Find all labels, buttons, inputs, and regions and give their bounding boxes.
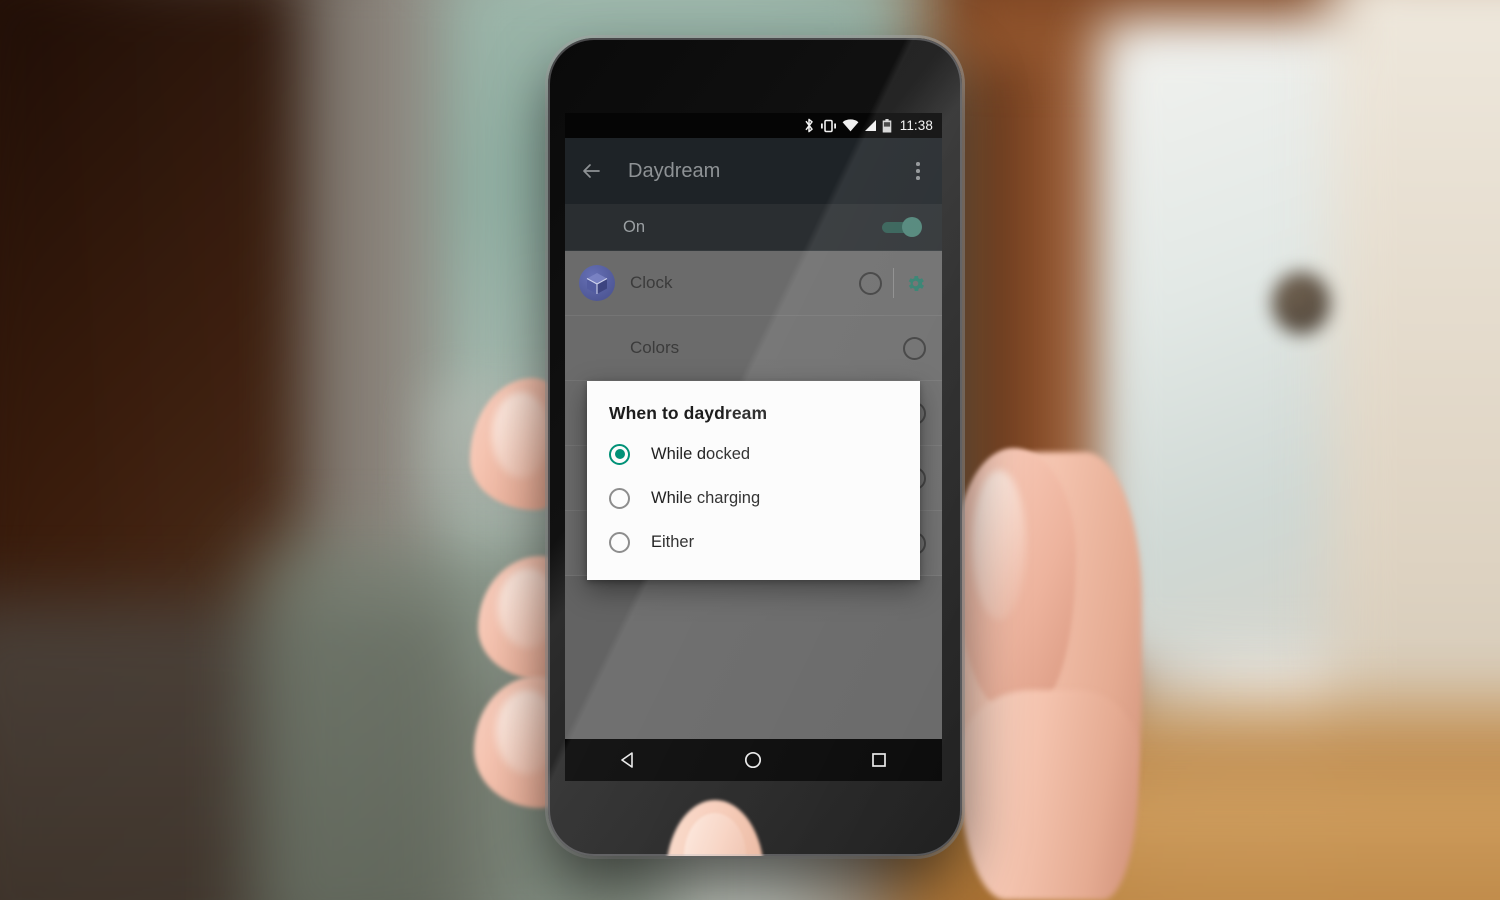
radio-option-either[interactable]: Either [587,520,920,564]
door-knob-blur [1272,272,1330,334]
nav-back-triangle-icon[interactable] [615,747,641,773]
dialog-title: When to daydream [609,403,768,423]
radio-selected-icon[interactable] [609,443,630,465]
radio-unselected-icon[interactable] [609,487,630,509]
radio-option-label: While charging [651,488,761,507]
when-to-daydream-dialog: When to daydream While docked While char… [587,381,920,580]
radio-option-label: Either [651,532,695,551]
radio-option-while-docked[interactable]: While docked [587,432,920,476]
nav-recents-square-icon[interactable] [866,747,892,773]
radio-unselected-icon[interactable] [609,531,630,553]
radio-option-while-charging[interactable]: While charging [587,476,920,520]
nav-home-circle-icon[interactable] [740,747,766,773]
phone-screen: 11:38 Daydream On Clock Colors When to d… [565,113,942,781]
phone-device: 11:38 Daydream On Clock Colors When to d… [548,38,962,856]
radio-option-label: While docked [651,444,751,463]
screenshot-stage: 11:38 Daydream On Clock Colors When to d… [0,0,1500,900]
navigation-bar [565,739,942,781]
